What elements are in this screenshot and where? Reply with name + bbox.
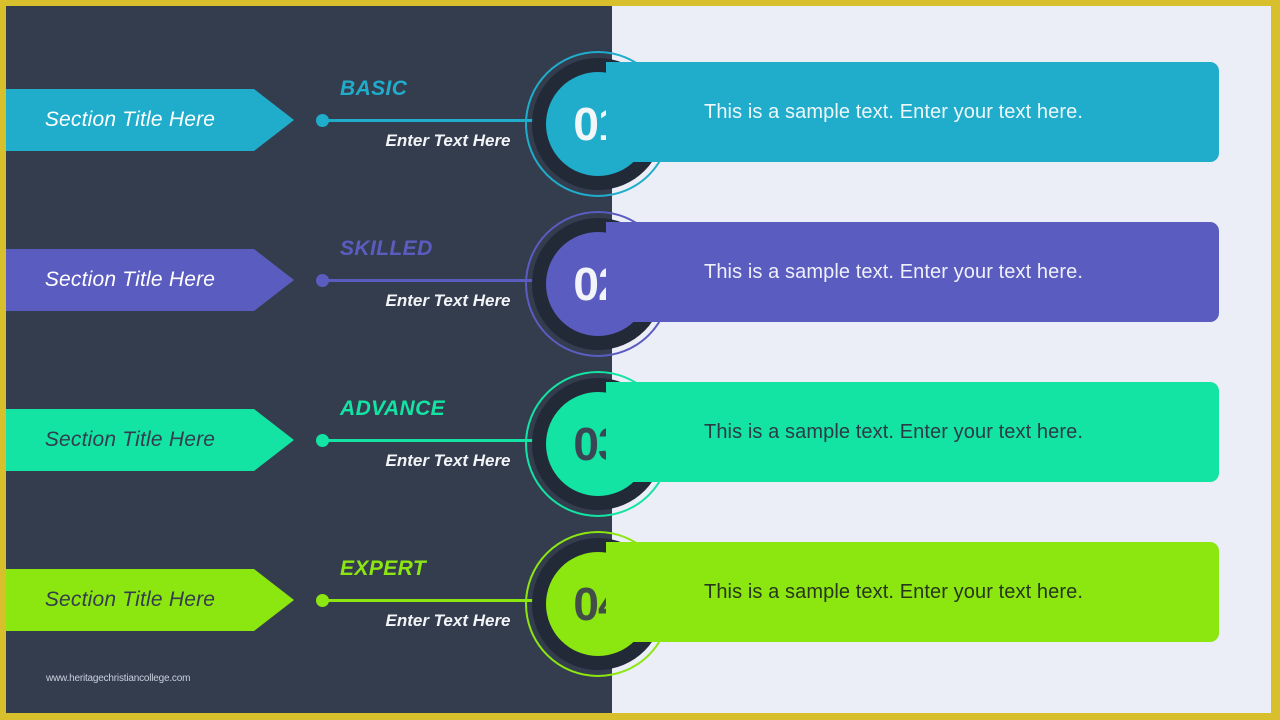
section-title-banner[interactable]: Section Title Here [0,409,294,471]
description-text: This is a sample text. Enter your text h… [704,580,1083,603]
stage-label-block: ADVANCE [340,398,556,419]
section-title-label: Section Title Here [44,588,216,611]
stage-title: EXPERT [340,557,427,580]
stage-subtitle: Enter Text Here [385,131,511,150]
watermark-url: www.heritagechristiancollege.com [46,673,191,684]
description-panel[interactable]: This is a sample text. Enter your text h… [606,222,1219,322]
process-row: Section Title Here SKILLED Enter Text He… [6,211,1271,374]
stage-label-block: SKILLED [340,238,556,259]
section-title-banner[interactable]: Section Title Here [0,89,294,151]
description-text: This is a sample text. Enter your text h… [704,100,1083,123]
section-title-banner[interactable]: Section Title Here [0,249,294,311]
description-panel[interactable]: This is a sample text. Enter your text h… [606,62,1219,162]
stage-title: SKILLED [340,237,433,260]
stage-subtitle: Enter Text Here [385,291,511,310]
slide-canvas: Section Title Here BASIC Enter Text Here… [0,0,1280,720]
process-row: Section Title Here BASIC Enter Text Here… [6,51,1271,214]
connector-line [326,119,556,122]
stage-title: BASIC [340,77,408,100]
process-row: Section Title Here ADVANCE Enter Text He… [6,371,1271,534]
connector-line [326,599,556,602]
description-text: This is a sample text. Enter your text h… [704,260,1083,283]
description-text: This is a sample text. Enter your text h… [704,420,1083,443]
stage-label-block: EXPERT [340,558,556,579]
section-title-banner[interactable]: Section Title Here [0,569,294,631]
section-title-label: Section Title Here [44,108,216,131]
section-title-label: Section Title Here [44,428,216,451]
connector-line [326,279,556,282]
section-title-label: Section Title Here [44,268,216,291]
stage-subtitle: Enter Text Here [385,451,511,470]
description-panel[interactable]: This is a sample text. Enter your text h… [606,542,1219,642]
stage-label-block: BASIC [340,78,556,99]
stage-title: ADVANCE [340,397,446,420]
connector-line [326,439,556,442]
description-panel[interactable]: This is a sample text. Enter your text h… [606,382,1219,482]
process-row: Section Title Here EXPERT Enter Text Her… [6,531,1271,694]
stage-subtitle: Enter Text Here [385,611,511,630]
